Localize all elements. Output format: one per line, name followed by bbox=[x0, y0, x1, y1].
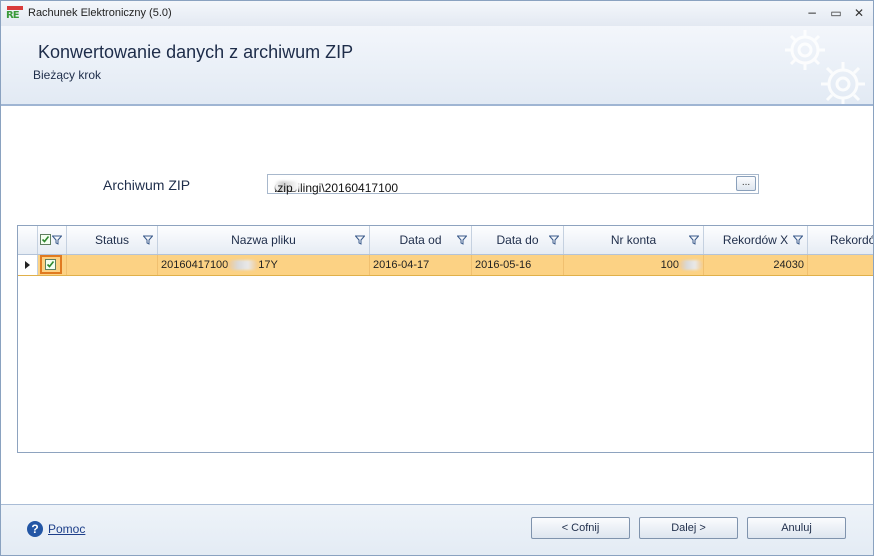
row-indicator bbox=[18, 255, 38, 275]
help-icon[interactable]: ? bbox=[27, 521, 43, 537]
zip-path-field[interactable]: C:\Bilingi\20160417100 .zip ... bbox=[267, 174, 759, 195]
cell-file-name: 20160417100 17Y bbox=[158, 255, 370, 275]
cell-records-cut bbox=[808, 255, 873, 275]
filter-icon[interactable] bbox=[52, 235, 62, 245]
minimize-button[interactable]: − bbox=[803, 5, 821, 21]
title-bar: RE Rachunek Elektroniczny (5.0) − ▭ ✕ bbox=[1, 1, 873, 27]
filter-icon[interactable] bbox=[793, 235, 803, 245]
column-header-file-name[interactable]: Nazwa pliku bbox=[158, 226, 370, 254]
next-button[interactable]: Dalej > bbox=[639, 517, 738, 539]
row-indicator-header bbox=[18, 226, 38, 254]
files-grid: Status Nazwa pliku Data od Data do Nr ko… bbox=[17, 225, 873, 453]
column-header-account-number[interactable]: Nr konta bbox=[564, 226, 704, 254]
column-header-date-from[interactable]: Data od bbox=[370, 226, 472, 254]
cell-date-to: 2016-05-16 bbox=[472, 255, 564, 275]
current-row-arrow-icon bbox=[25, 261, 30, 269]
column-header-records-cut[interactable]: Rekordó bbox=[808, 226, 873, 254]
column-header-records-x[interactable]: Rekordów X bbox=[704, 226, 808, 254]
cell-status bbox=[67, 255, 158, 275]
app-window: RE Rachunek Elektroniczny (5.0) − ▭ ✕ Ko… bbox=[0, 0, 874, 556]
help-link[interactable]: Pomoc bbox=[48, 522, 85, 536]
wizard-footer: ? Pomoc < Cofnij Dalej > Anuluj bbox=[1, 504, 873, 555]
column-header-status[interactable]: Status bbox=[67, 226, 158, 254]
table-row[interactable]: 20160417100 17Y 2016-04-17 2016-05-16 100… bbox=[18, 255, 873, 276]
browse-button[interactable]: ... bbox=[736, 176, 756, 191]
filter-icon[interactable] bbox=[457, 235, 467, 245]
select-all-header[interactable] bbox=[38, 226, 67, 254]
column-header-date-to[interactable]: Data do bbox=[472, 226, 564, 254]
filter-icon[interactable] bbox=[549, 235, 559, 245]
cell-date-from: 2016-04-17 bbox=[370, 255, 472, 275]
row-checkbox[interactable] bbox=[45, 259, 56, 270]
filter-icon[interactable] bbox=[355, 235, 365, 245]
filter-icon[interactable] bbox=[689, 235, 699, 245]
wizard-header: Konwertowanie danych z archiwum ZIP Bież… bbox=[1, 26, 873, 106]
filter-icon[interactable] bbox=[143, 235, 153, 245]
back-button[interactable]: < Cofnij bbox=[531, 517, 630, 539]
grid-header: Status Nazwa pliku Data od Data do Nr ko… bbox=[18, 226, 873, 255]
zip-archive-label: Archiwum ZIP bbox=[103, 177, 191, 193]
cell-records-x: 24030 bbox=[704, 255, 808, 275]
gears-icon bbox=[785, 30, 865, 104]
select-all-checkbox[interactable] bbox=[40, 234, 51, 245]
wizard-content: Archiwum ZIP C:\Bilingi\20160417100 .zip … bbox=[5, 106, 873, 504]
restore-button[interactable]: ▭ bbox=[827, 5, 845, 21]
app-logo-icon: RE bbox=[6, 5, 24, 23]
cancel-button[interactable]: Anuluj bbox=[747, 517, 846, 539]
page-title: Konwertowanie danych z archiwum ZIP bbox=[38, 42, 354, 62]
row-checkbox-cell[interactable] bbox=[38, 255, 67, 275]
window-title: Rachunek Elektroniczny (5.0) bbox=[28, 7, 172, 19]
close-button[interactable]: ✕ bbox=[850, 5, 868, 21]
page-subtitle: Bieżący krok bbox=[33, 68, 102, 82]
cell-account-number: 100 bbox=[564, 255, 704, 275]
